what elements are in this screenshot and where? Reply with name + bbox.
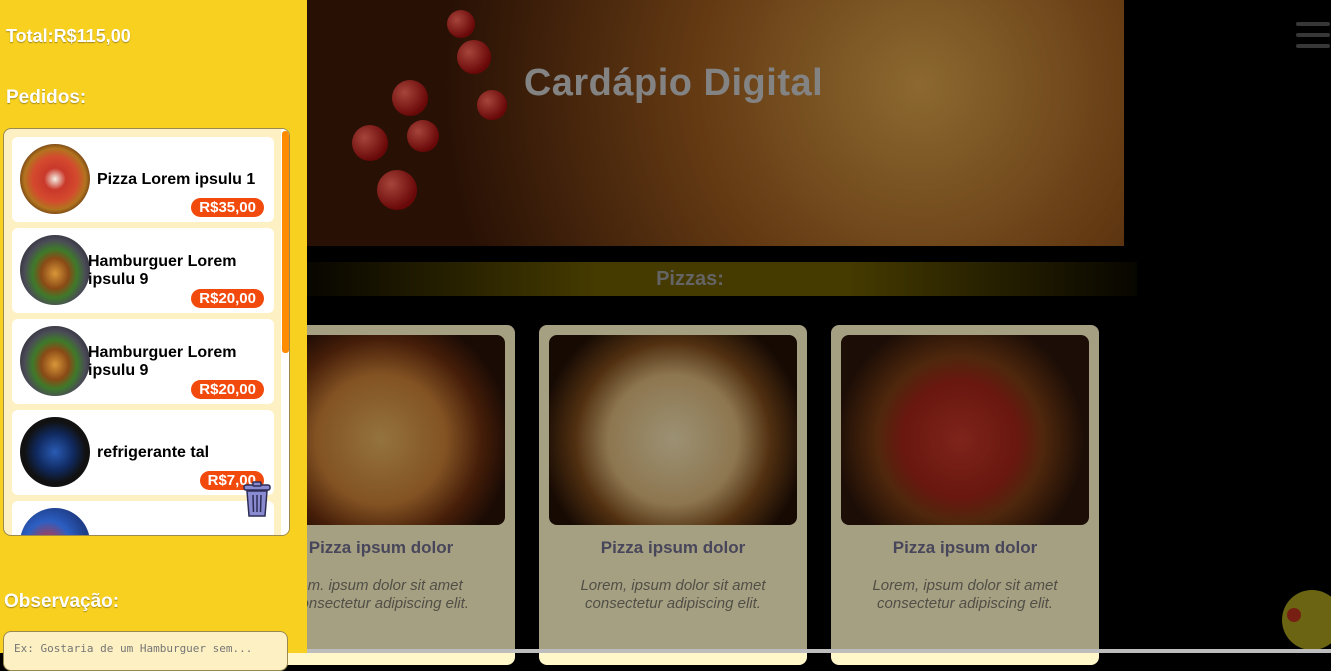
pizza-image-icon	[20, 144, 90, 214]
orders-list[interactable]: Pizza Lorem ipsulu 1 R$35,00 Hamburguer …	[3, 128, 290, 536]
pepsi-cans-image-icon	[20, 508, 90, 535]
order-item[interactable]	[12, 501, 274, 535]
order-item-name: Hamburguer Lorem ipsulu 9	[88, 253, 237, 288]
pepsi-can-image-icon	[20, 417, 90, 487]
trash-icon[interactable]	[243, 481, 271, 518]
order-item[interactable]: Hamburguer Lorem ipsulu 9 R$20,00	[12, 228, 274, 313]
scrollbar-thumb[interactable]	[282, 131, 289, 353]
order-item[interactable]: Hamburguer Lorem ipsulu 9 R$20,00	[12, 319, 274, 404]
burger-image-icon	[20, 326, 90, 396]
order-item[interactable]: Pizza Lorem ipsulu 1 R$35,00	[12, 137, 274, 222]
burger-image-icon	[20, 235, 90, 305]
bottom-divider	[307, 649, 1331, 653]
observation-field[interactable]	[3, 631, 288, 671]
order-item-name: Pizza Lorem ipsulu 1	[97, 171, 256, 188]
cart-sidebar: Total:R$115,00 Pedidos: Pizza Lorem ipsu…	[0, 0, 307, 671]
observation-label: Observação:	[4, 591, 120, 612]
orders-scrollbar[interactable]	[281, 129, 289, 535]
orders-label: Pedidos:	[6, 87, 87, 108]
order-item-name: Hamburguer Lorem ipsulu 9	[88, 344, 237, 379]
order-item[interactable]: refrigerante tal R$7,00	[12, 410, 274, 495]
order-item-price: R$20,00	[191, 380, 264, 399]
order-item-price: R$35,00	[191, 198, 264, 217]
order-item-name: refrigerante tal	[97, 444, 210, 461]
order-item-price: R$20,00	[191, 289, 264, 308]
order-total: Total:R$115,00	[6, 26, 131, 46]
